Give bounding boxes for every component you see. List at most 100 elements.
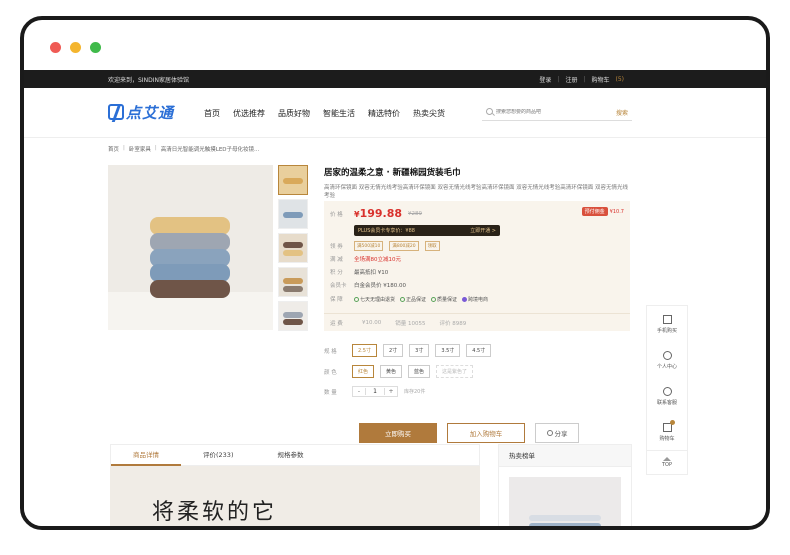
promo-text: 全场满80立减10元 xyxy=(354,257,401,263)
login-link[interactable]: 登录 xyxy=(539,75,551,84)
hot-product-image[interactable] xyxy=(509,477,621,526)
thumbnail[interactable] xyxy=(278,199,308,229)
quantity-row: 数 量 - 1 + 库存20件 xyxy=(324,386,425,397)
site-logo[interactable]: 点艾通 xyxy=(108,102,174,122)
thumbnail[interactable] xyxy=(278,233,308,263)
coupon-tag[interactable]: 满800减20 xyxy=(389,241,419,251)
guarantee-row: 保 障 七天无理由退货 正品保证 质量保证 跨境电商 xyxy=(330,295,488,303)
top-bar-links: 登录 | 注册 | 购物车 (5) xyxy=(539,75,624,84)
qrcode-icon xyxy=(662,314,672,324)
nav-item-home[interactable]: 首页 xyxy=(204,108,220,119)
plus-banner[interactable]: PLUS会员卡专享价：¥88 立即开通 > xyxy=(354,225,500,236)
thumbnail[interactable] xyxy=(278,301,308,331)
towel-brown xyxy=(150,280,230,298)
increment-button[interactable]: + xyxy=(385,388,397,395)
thumbnail[interactable] xyxy=(278,165,308,195)
claim-coupon-button[interactable]: 领取 xyxy=(424,241,440,251)
spec-option[interactable]: 3.5寸 xyxy=(435,344,461,357)
member-label: 会员卡 xyxy=(330,283,347,289)
coupon-tag[interactable]: 满500减10 xyxy=(354,241,384,251)
top-cart-link[interactable]: 购物车 xyxy=(591,75,609,84)
color-option[interactable]: 黄色 xyxy=(380,365,403,378)
original-price: ¥289 xyxy=(408,210,423,217)
guarantee-text: 质量保证 xyxy=(437,296,458,303)
tab-specs[interactable]: 规格参数 xyxy=(255,444,325,466)
color-label: 颜 色 xyxy=(324,369,337,376)
mobile-buy-tool[interactable]: 手机购买 xyxy=(647,306,687,342)
image-detail xyxy=(529,515,601,521)
welcome-text: 欢迎来到，SINDIN家居体验馆 xyxy=(108,77,189,84)
register-link[interactable]: 注册 xyxy=(565,75,577,84)
check-circle-icon xyxy=(400,296,406,302)
page-viewport: 欢迎来到，SINDIN家居体验馆 登录 | 注册 | 购物车 (5) 点艾通 首… xyxy=(24,70,766,526)
logo-text: 点艾通 xyxy=(126,103,175,122)
plus-row: PLUS会员卡专享价：¥88 立即开通 > xyxy=(354,225,500,236)
color-selector: 颜 色 红色 黄色 蓝色 这是紫色了 xyxy=(324,365,474,378)
cart-tool[interactable]: 购物车 xyxy=(647,414,687,450)
close-window-button[interactable] xyxy=(50,42,61,53)
search-input[interactable] xyxy=(496,108,606,115)
breadcrumb-category[interactable]: 卧室家具 xyxy=(129,145,151,153)
nav-item-hot[interactable]: 热卖尖货 xyxy=(413,108,445,119)
price-value: 199.88 xyxy=(359,207,403,220)
chevron-up-icon xyxy=(663,457,671,461)
nav-item-quality[interactable]: 品质好物 xyxy=(278,108,310,119)
thumbnail[interactable] xyxy=(278,267,308,297)
points-text: 最高抵扣 ¥10 xyxy=(354,270,389,276)
purchase-actions: 立即购买 加入购物车 分享 xyxy=(359,423,579,443)
customer-service-tool[interactable]: 联系客服 xyxy=(647,378,687,414)
product-detail-panel: 商品详情 评价(233) 规格参数 将柔软的它 xyxy=(110,444,480,526)
hot-ranking-panel: 热卖榜单 xyxy=(498,444,632,526)
promo-row: 满 减 全场满80立减10元 xyxy=(330,255,401,263)
tab-details[interactable]: 商品详情 xyxy=(111,444,181,466)
site-header: 点艾通 首页 优选推荐 品质好物 智能生活 精选特价 热卖尖货 搜索 xyxy=(24,88,766,138)
color-option[interactable]: 蓝色 xyxy=(408,365,431,378)
presale-tag: 预付佣金 ¥10.7 xyxy=(581,207,624,216)
points-label: 积 分 xyxy=(330,270,343,276)
back-to-top-button[interactable]: TOP xyxy=(647,450,687,474)
user-icon xyxy=(662,350,672,360)
breadcrumb-separator: | xyxy=(123,145,125,151)
product-main-image[interactable] xyxy=(108,165,273,330)
minimize-window-button[interactable] xyxy=(70,42,81,53)
hot-ranking-title: 热卖榜单 xyxy=(499,445,631,467)
spec-selector: 规 格 2.5寸 2寸 3寸 3.5寸 4.5寸 xyxy=(324,344,492,357)
current-price: ¥199.88 xyxy=(354,207,402,220)
tool-label: 手机购买 xyxy=(656,327,677,334)
spec-option[interactable]: 2寸 xyxy=(382,344,404,357)
quantity-value[interactable]: 1 xyxy=(365,388,385,395)
tab-reviews[interactable]: 评价(233) xyxy=(181,444,255,466)
guarantee-text: 七天无理由退货 xyxy=(360,296,396,303)
decrement-button[interactable]: - xyxy=(353,388,365,395)
breadcrumb-home[interactable]: 首页 xyxy=(108,145,119,153)
member-row: 会员卡 白金会员价 ¥180.00 xyxy=(330,281,406,289)
nav-item-smart-life[interactable]: 智能生活 xyxy=(323,108,355,119)
top-bar: 欢迎来到，SINDIN家居体验馆 登录 | 注册 | 购物车 (5) xyxy=(24,70,766,88)
share-button[interactable]: 分享 xyxy=(535,423,579,443)
coupon-row: 领 券 满500减10 满800减20 领取 xyxy=(330,241,440,251)
quantity-label: 数 量 xyxy=(324,389,337,396)
breadcrumb-separator: | xyxy=(154,145,157,151)
user-center-tool[interactable]: 个人中心 xyxy=(647,342,687,378)
guarantee-text: 跨境电商 xyxy=(468,296,489,303)
product-title: 居家的温柔之意 · 新疆棉园货装毛巾 xyxy=(324,168,461,178)
nav-item-deals[interactable]: 精选特价 xyxy=(368,108,400,119)
coupon-label: 领 券 xyxy=(330,244,343,250)
guarantee-label: 保 障 xyxy=(330,297,343,303)
color-option[interactable]: 红色 xyxy=(352,365,375,378)
top-label: TOP xyxy=(661,462,672,468)
main-nav: 首页 优选推荐 品质好物 智能生活 精选特价 热卖尖货 xyxy=(204,108,445,119)
maximize-window-button[interactable] xyxy=(90,42,101,53)
buy-now-button[interactable]: 立即购买 xyxy=(359,423,437,443)
spec-option[interactable]: 2.5寸 xyxy=(352,344,377,357)
plus-link[interactable]: 立即开通 > xyxy=(470,227,496,234)
spec-option[interactable]: 3寸 xyxy=(409,344,430,357)
cart-badge-dot xyxy=(669,419,675,425)
detail-banner-text: 将柔软的它 xyxy=(152,500,278,525)
sales-count: 销量 10055 xyxy=(395,321,426,327)
search-button[interactable]: 搜索 xyxy=(616,108,628,117)
spec-option[interactable]: 4.5寸 xyxy=(466,344,492,357)
add-to-cart-button[interactable]: 加入购物车 xyxy=(447,423,525,443)
spec-label: 规 格 xyxy=(324,348,337,355)
nav-item-recommend[interactable]: 优选推荐 xyxy=(233,108,265,119)
